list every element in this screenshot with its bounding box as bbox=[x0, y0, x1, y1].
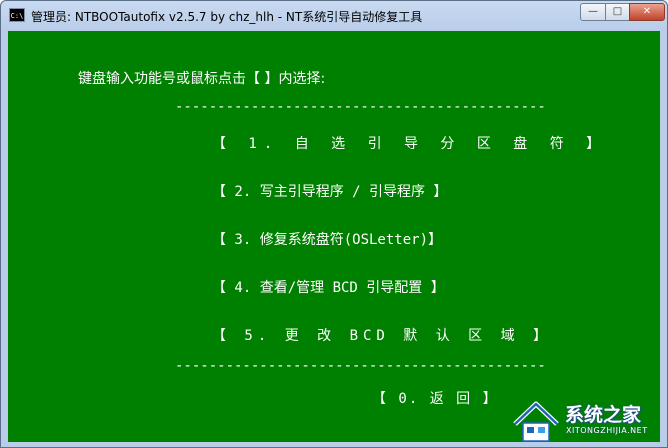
menu-item-write-boot-code[interactable]: 【 2. 写主引导程序 / 引导程序 】 bbox=[212, 181, 447, 201]
house-logo-icon bbox=[513, 401, 559, 442]
back-button[interactable]: 【 0. 返 回 】 bbox=[372, 388, 499, 408]
watermark-title: 系统之家 bbox=[565, 404, 642, 426]
menu-prompt: 键盘输入功能号或鼠标点击【 】内选择: bbox=[78, 71, 326, 87]
app-window: C:\ 管理员: NTBOOTautofix v2.5.7 by chz_hlh… bbox=[0, 0, 668, 448]
minimize-button[interactable]: — bbox=[580, 3, 606, 21]
menu-item-fix-os-letter[interactable]: 【 3. 修复系统盘符(OSLetter)】 bbox=[212, 229, 442, 249]
watermark-subtitle: XITONGZHIJIA.NET bbox=[566, 426, 648, 435]
close-button[interactable]: ✕ bbox=[629, 3, 665, 21]
console-area[interactable]: 键盘输入功能号或鼠标点击【 】内选择: --------------------… bbox=[8, 31, 660, 442]
separator-top: ----------------------------------------… bbox=[175, 99, 546, 115]
window-title: 管理员: NTBOOTautofix v2.5.7 by chz_hlh - N… bbox=[31, 10, 423, 24]
separator-bottom: ----------------------------------------… bbox=[175, 358, 546, 374]
menu-item-manage-bcd[interactable]: 【 4. 查看/管理 BCD 引导配置 】 bbox=[212, 277, 445, 297]
maximize-button[interactable]: □ bbox=[605, 3, 630, 21]
title-bar[interactable]: C:\ 管理员: NTBOOTautofix v2.5.7 by chz_hlh… bbox=[1, 1, 667, 31]
watermark: 系统之家 XITONGZHIJIA.NET bbox=[509, 396, 668, 448]
menu-item-select-boot-partition[interactable]: 【 1. 自 选 引 导 分 区 盘 符 】 bbox=[212, 133, 607, 153]
console-app-icon[interactable]: C:\ bbox=[9, 8, 25, 22]
menu-item-change-bcd-locale[interactable]: 【 5. 更 改 BCD 默 认 区 域 】 bbox=[212, 325, 552, 345]
